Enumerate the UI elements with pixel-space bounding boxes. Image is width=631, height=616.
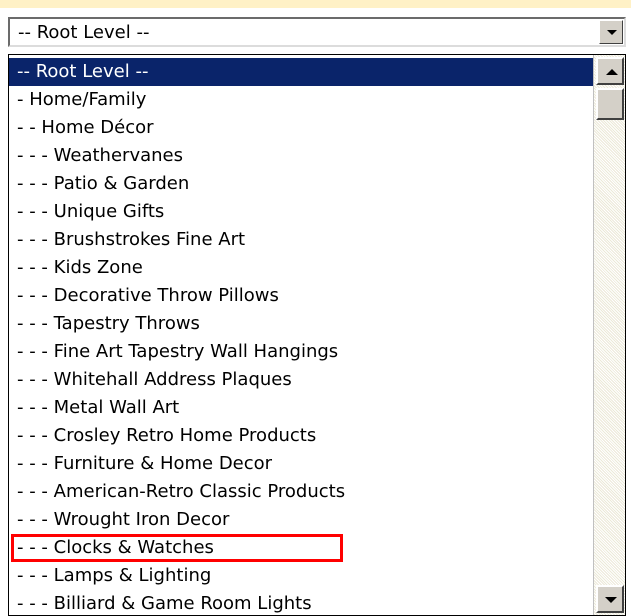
list-item[interactable]: - - - Tapestry Throws bbox=[9, 310, 593, 338]
scroll-thumb[interactable] bbox=[596, 88, 624, 120]
list-item-selected[interactable]: -- Root Level -- bbox=[9, 58, 593, 86]
list-item[interactable]: - - Home Décor bbox=[9, 114, 593, 142]
arrow-up-icon bbox=[606, 69, 618, 75]
category-select-value: -- Root Level -- bbox=[18, 22, 150, 43]
list-item[interactable]: - - - Billiard & Game Room Lights bbox=[9, 590, 593, 615]
dropdown-arrow-button[interactable] bbox=[599, 20, 623, 44]
scroll-up-button[interactable] bbox=[596, 57, 624, 85]
list-item[interactable]: - - - Crosley Retro Home Products bbox=[9, 422, 593, 450]
list-item[interactable]: - - - Metal Wall Art bbox=[9, 394, 593, 422]
list-item[interactable]: - Home/Family bbox=[9, 86, 593, 114]
list-item[interactable]: - - - Patio & Garden bbox=[9, 170, 593, 198]
vertical-scrollbar[interactable] bbox=[593, 55, 625, 615]
page: -- Root Level -- -- Root Level -- - Home/… bbox=[0, 0, 631, 616]
list-item-highlighted[interactable]: - - - Clocks & Watches bbox=[9, 534, 593, 562]
category-options: -- Root Level -- - Home/Family - - Home Dé… bbox=[9, 58, 593, 615]
arrow-down-icon bbox=[605, 597, 617, 603]
top-strip bbox=[0, 0, 631, 8]
list-item[interactable]: - - - Whitehall Address Plaques bbox=[9, 366, 593, 394]
list-item[interactable]: - - - Decorative Throw Pillows bbox=[9, 282, 593, 310]
category-dropdown-list[interactable]: -- Root Level -- - Home/Family - - Home Dé… bbox=[8, 54, 626, 616]
scroll-down-button[interactable] bbox=[596, 585, 624, 613]
list-item[interactable]: - - - Brushstrokes Fine Art bbox=[9, 226, 593, 254]
list-item[interactable]: - - - Fine Art Tapestry Wall Hangings bbox=[9, 338, 593, 366]
category-select[interactable]: -- Root Level -- bbox=[8, 17, 626, 47]
list-item[interactable]: - - - American-Retro Classic Products bbox=[9, 478, 593, 506]
list-item[interactable]: - - - Lamps & Lighting bbox=[9, 562, 593, 590]
list-item[interactable]: - - - Unique Gifts bbox=[9, 198, 593, 226]
list-item[interactable]: - - - Weathervanes bbox=[9, 142, 593, 170]
list-item[interactable]: - - - Kids Zone bbox=[9, 254, 593, 282]
list-item[interactable]: - - - Furniture & Home Decor bbox=[9, 450, 593, 478]
list-item[interactable]: - - - Wrought Iron Decor bbox=[9, 506, 593, 534]
chevron-down-icon bbox=[607, 30, 617, 35]
